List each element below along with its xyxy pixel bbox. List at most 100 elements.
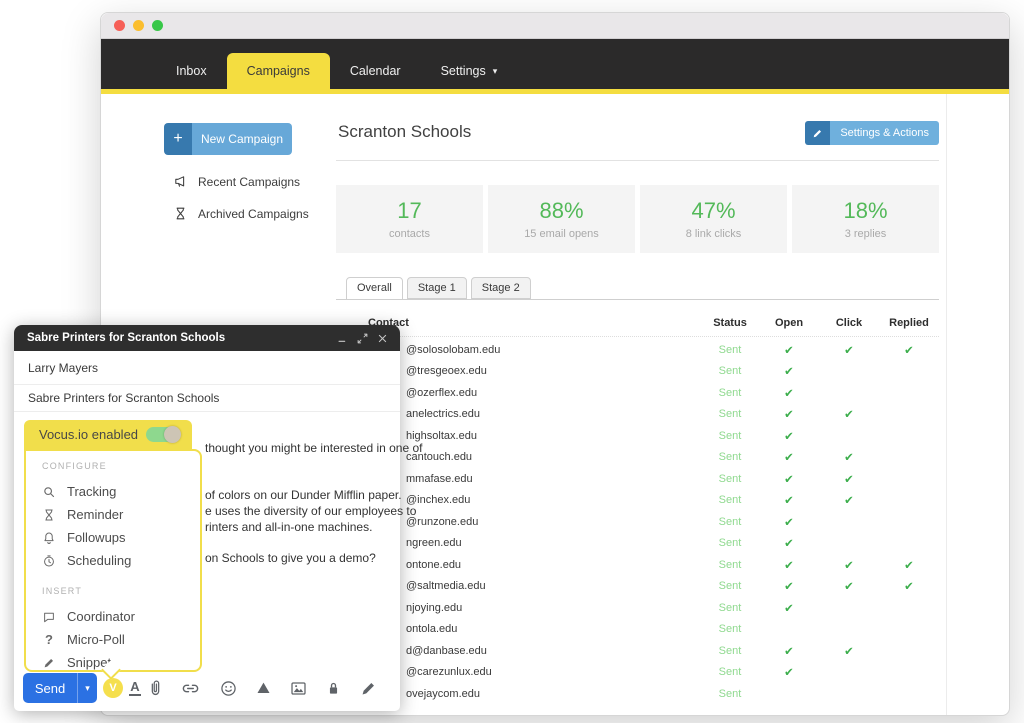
nav-tab-campaigns[interactable]: Campaigns	[226, 53, 330, 89]
vocus-toolbar-button[interactable]: V	[103, 678, 123, 698]
status-badge: Sent	[718, 537, 742, 550]
table-row[interactable]: @inchex.edu Sent ✔ ✔	[336, 490, 939, 512]
open-checkmark-icon: ✔	[784, 581, 794, 594]
table-row[interactable]: ovejaycom.edu Sent	[336, 683, 939, 705]
compose-header[interactable]: Sabre Printers for Scranton Schools	[14, 325, 400, 351]
close-compose-icon[interactable]	[375, 331, 390, 346]
tab-overall[interactable]: Overall	[346, 277, 403, 299]
minimize-compose-icon[interactable]	[335, 331, 350, 346]
vocus-toggle[interactable]	[146, 426, 181, 443]
table-row[interactable]: ngreen.edu Sent ✔	[336, 533, 939, 555]
emoji-toolbar-button[interactable]	[218, 678, 238, 698]
replied-checkmark-icon: ✔	[904, 559, 914, 572]
format-toolbar-button[interactable]: A	[125, 678, 145, 698]
click-checkmark-icon: ✔	[844, 559, 854, 572]
link-toolbar-button[interactable]	[180, 678, 200, 698]
table-row[interactable]: @ozerflex.edu Sent ✔	[336, 382, 939, 404]
new-campaign-button[interactable]: + New Campaign	[164, 123, 292, 155]
table-row[interactable]: @tresgeoex.edu Sent ✔	[336, 361, 939, 383]
open-checkmark-icon: ✔	[784, 516, 794, 529]
table-row[interactable]: ontola.edu Sent	[336, 619, 939, 641]
table-row[interactable]: @carezunlux.edu Sent ✔	[336, 662, 939, 684]
status-badge: Sent	[718, 343, 742, 356]
table-header: Contact Status Open Click Replied	[336, 317, 939, 337]
menu-item-reminder[interactable]: Reminder	[42, 503, 200, 526]
send-button[interactable]: Send ▾	[23, 673, 97, 703]
stat-label: 8 link clicks	[685, 228, 742, 240]
stage-tabs: Overall Stage 1 Stage 2	[336, 277, 939, 300]
status-badge: Sent	[718, 386, 742, 399]
sidebar-item-recent-campaigns[interactable]: Recent Campaigns	[173, 174, 309, 189]
title-divider	[336, 160, 939, 161]
email-body-line: rinters and all-in-one machines.	[205, 520, 373, 534]
image-toolbar-button[interactable]	[288, 678, 308, 698]
expand-compose-icon[interactable]	[355, 331, 370, 346]
settings-actions-label: Settings & Actions	[830, 121, 939, 145]
open-checkmark-icon: ✔	[784, 538, 794, 551]
open-checkmark-icon: ✔	[784, 495, 794, 508]
table-row[interactable]: @runzone.edu Sent ✔	[336, 511, 939, 533]
menu-item-coordinator[interactable]: Coordinator	[42, 605, 200, 628]
minimize-window-button[interactable]	[133, 20, 144, 31]
table-row[interactable]: anelectrics.edu Sent ✔ ✔	[336, 404, 939, 426]
stat-label: 15 email opens	[524, 228, 599, 240]
zoom-window-button[interactable]	[152, 20, 163, 31]
status-badge: Sent	[718, 494, 742, 507]
compose-window: Sabre Printers for Scranton Schools Larr…	[14, 325, 422, 711]
menu-item-followups[interactable]: Followups	[42, 526, 200, 549]
close-window-button[interactable]	[114, 20, 125, 31]
confidential-toolbar-button[interactable]	[323, 678, 343, 698]
table-row[interactable]: cantouch.edu Sent ✔ ✔	[336, 447, 939, 469]
tab-stage-2[interactable]: Stage 2	[470, 277, 531, 299]
send-options-caret[interactable]: ▾	[77, 673, 97, 703]
open-checkmark-icon: ✔	[784, 452, 794, 465]
open-checkmark-icon: ✔	[784, 602, 794, 615]
menu-item-tracking[interactable]: Tracking	[42, 480, 200, 503]
nav-tab-inbox[interactable]: Inbox	[156, 53, 227, 89]
table-row[interactable]: @saltmedia.edu Sent ✔ ✔ ✔	[336, 576, 939, 598]
menu-item-micro-poll[interactable]: ? Micro-Poll	[42, 628, 200, 651]
menu-item-snippet[interactable]: Snippet	[42, 651, 200, 674]
subject-field[interactable]: Sabre Printers for Scranton Schools	[14, 385, 400, 412]
nav-tab-settings[interactable]: Settings ▾	[421, 53, 518, 89]
table-row[interactable]: ontone.edu Sent ✔ ✔ ✔	[336, 554, 939, 576]
hourglass-icon	[45, 509, 53, 520]
open-checkmark-icon: ✔	[784, 473, 794, 486]
stat-label: 3 replies	[844, 228, 887, 240]
table-row[interactable]: njoying.edu Sent ✔	[336, 597, 939, 619]
menu-item-label: Tracking	[67, 484, 117, 499]
confidential-icon	[329, 682, 337, 694]
campaign-panel: Scranton Schools Settings & Actions 17 co…	[336, 94, 939, 715]
open-checkmark-icon: ✔	[784, 344, 794, 357]
search-icon	[44, 486, 55, 497]
menu-section-insert: INSERT	[42, 586, 83, 596]
attach-toolbar-button[interactable]	[145, 678, 165, 698]
page-title: Scranton Schools	[338, 122, 472, 141]
click-checkmark-icon: ✔	[844, 452, 854, 465]
email-body-line: e uses the diversity of our employees to	[205, 504, 417, 518]
status-badge: Sent	[718, 558, 742, 571]
vocus-enabled-banner: Vocus.io enabled	[24, 420, 192, 449]
menu-item-scheduling[interactable]: Scheduling	[42, 549, 200, 572]
recipient-value: Larry Mayers	[28, 360, 99, 375]
settings-actions-button[interactable]: Settings & Actions	[805, 121, 939, 145]
nav-tab-calendar[interactable]: Calendar	[330, 53, 421, 89]
table-row[interactable]: mmafase.edu Sent ✔ ✔	[336, 468, 939, 490]
table-row[interactable]: highsoltax.edu Sent ✔	[336, 425, 939, 447]
stat-value: 17	[397, 198, 422, 223]
table-row[interactable]: d@danbase.edu Sent ✔ ✔	[336, 640, 939, 662]
open-checkmark-icon: ✔	[784, 409, 794, 422]
pen-icon	[44, 658, 54, 667]
status-badge: Sent	[718, 644, 742, 657]
sidebar-item-archived-campaigns[interactable]: Archived Campaigns	[173, 206, 309, 221]
status-badge: Sent	[718, 601, 742, 614]
question-icon: ?	[45, 632, 53, 647]
recipient-field[interactable]: Larry Mayers	[14, 351, 400, 385]
tab-stage-1[interactable]: Stage 1	[406, 277, 467, 299]
drive-toolbar-button[interactable]	[253, 678, 273, 698]
replied-checkmark-icon: ✔	[904, 344, 914, 357]
vocus-menu: CONFIGURE Tracking Reminder Followups Schedu…	[24, 449, 202, 672]
table-row[interactable]: @solosolobam.edu Sent ✔ ✔ ✔	[336, 339, 939, 361]
column-header-status: Status	[713, 317, 747, 329]
pen-toolbar-button[interactable]	[358, 678, 378, 698]
